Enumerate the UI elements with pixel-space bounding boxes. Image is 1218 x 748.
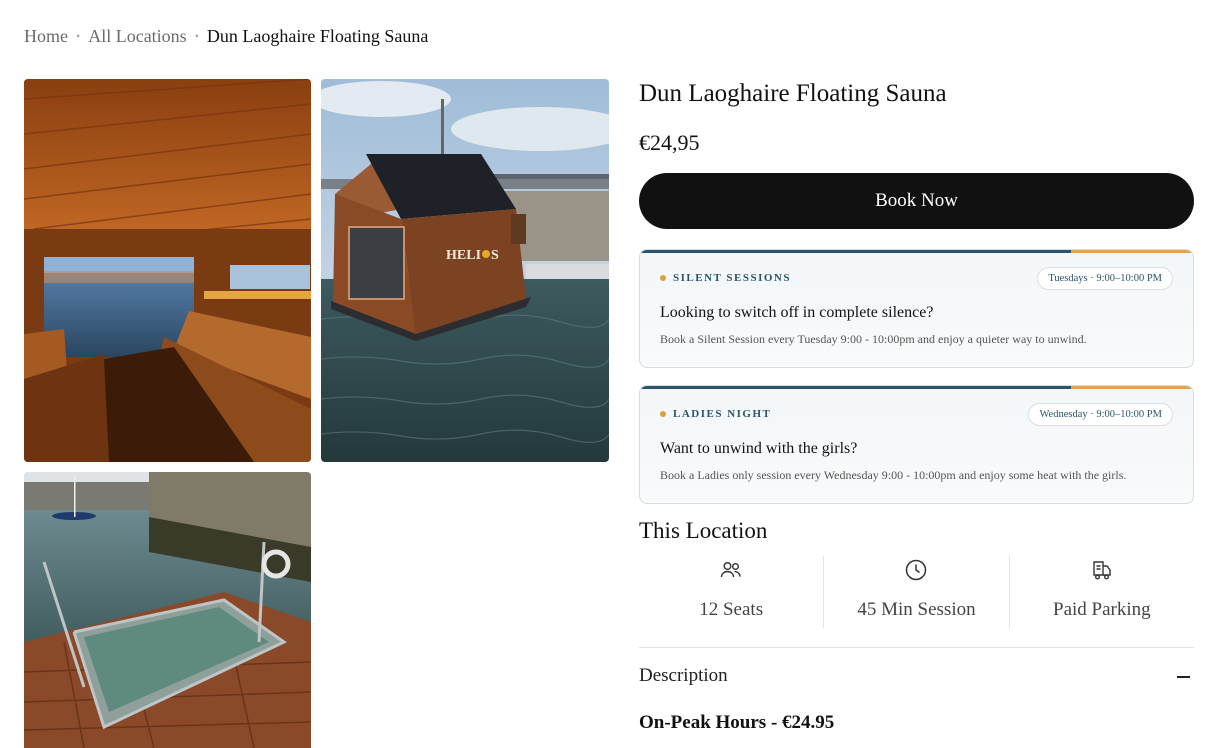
breadcrumb-all-locations-link[interactable]: All Locations — [88, 26, 186, 47]
breadcrumb-home-link[interactable]: Home — [24, 26, 68, 47]
card-tag: SILENT SESSIONS — [660, 272, 791, 284]
parking-truck-icon — [1093, 561, 1111, 580]
card-description: Book a Ladies only session every Wednesd… — [660, 468, 1127, 482]
cold-plunge-photo[interactable] — [24, 472, 311, 748]
card-accent-bar — [640, 386, 1193, 389]
product-title: Dun Laoghaire Floating Sauna — [639, 80, 947, 107]
card-accent-bar — [640, 250, 1193, 253]
card-schedule-pill: Tuesdays · 9:00–10:00 PM — [1037, 267, 1173, 290]
card-tag-label: LADIES NIGHT — [673, 408, 772, 420]
sauna-interior-photo[interactable] — [24, 79, 311, 462]
divider — [639, 647, 1194, 648]
peak-hours-text: On-Peak Hours - €24.95 — [639, 712, 835, 733]
ladies-night-card: LADIES NIGHT Wednesday · 9:00–10:00 PM W… — [639, 385, 1194, 504]
description-toggle[interactable]: Description — [639, 665, 728, 687]
feature-label: 45 Min Session — [857, 599, 976, 620]
dot-icon — [660, 275, 666, 281]
users-icon — [720, 561, 741, 578]
clock-icon — [906, 559, 927, 581]
feature-label: Paid Parking — [1053, 599, 1151, 620]
book-now-button[interactable]: Book Now — [639, 173, 1194, 229]
card-question: Looking to switch off in complete silenc… — [660, 304, 934, 321]
card-question: Want to unwind with the girls? — [660, 440, 858, 457]
breadcrumb: Home • All Locations • Dun Laoghaire Flo… — [24, 26, 428, 47]
minus-icon[interactable] — [1177, 676, 1190, 678]
location-heading: This Location — [639, 518, 768, 543]
breadcrumb-separator: • — [76, 29, 81, 43]
breadcrumb-separator: • — [194, 29, 199, 43]
dot-icon — [660, 411, 666, 417]
feature-session-length: 45 Min Session — [823, 556, 1008, 628]
card-description: Book a Silent Session every Tuesday 9:00… — [660, 332, 1087, 346]
card-schedule-pill: Wednesday · 9:00–10:00 PM — [1028, 403, 1173, 426]
svg-text:S: S — [491, 248, 499, 263]
card-tag-label: SILENT SESSIONS — [673, 272, 791, 284]
svg-text:HELI: HELI — [446, 248, 481, 263]
breadcrumb-current: Dun Laoghaire Floating Sauna — [206, 26, 429, 46]
feature-seats: 12 Seats — [639, 556, 823, 628]
feature-label: 12 Seats — [699, 599, 764, 620]
feature-parking: Paid Parking — [1008, 556, 1194, 628]
silent-sessions-card: SILENT SESSIONS Tuesdays · 9:00–10:00 PM… — [639, 249, 1194, 368]
sauna-exterior-photo[interactable]: HELI S — [321, 79, 609, 462]
product-price: €24,95 — [639, 130, 700, 155]
location-features: 12 Seats 45 Min Session Paid Parking — [639, 556, 1194, 628]
card-tag: LADIES NIGHT — [660, 408, 771, 420]
